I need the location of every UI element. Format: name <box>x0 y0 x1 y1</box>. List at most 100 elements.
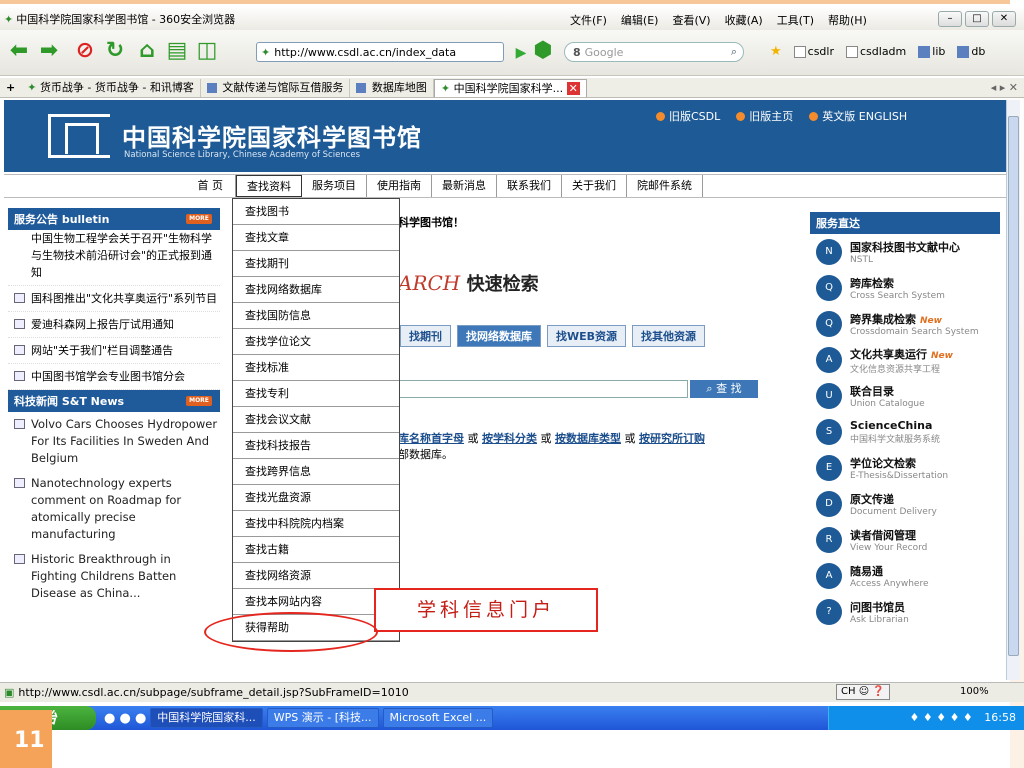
list-item[interactable]: 国科图推出"文化共享奥运行"系列节目 <box>8 286 220 312</box>
tab-csdl[interactable]: ✦ 中国科学院国家科学... ✕ <box>433 78 587 97</box>
quick-search-input[interactable] <box>398 380 688 398</box>
news-item[interactable]: Nanotechnology experts comment on Roadma… <box>8 471 220 547</box>
tab-scroll-icon[interactable]: ◂ ▸ ✕ <box>991 81 1024 94</box>
service-culture-olympics[interactable]: A 文化共享奥运行 New 文化信息资源共享工程 <box>810 342 1000 378</box>
nav-about[interactable]: 关于我们 <box>562 175 627 197</box>
task-browser[interactable]: 中国科学院国家科... <box>150 708 263 728</box>
tools-icon[interactable]: ▤ <box>164 38 190 64</box>
scroll-thumb[interactable] <box>1008 116 1019 656</box>
service-thesis[interactable]: E 学位论文检索 E-Thesis&Dissertation <box>810 450 1000 486</box>
dropdown-item[interactable]: 查找古籍 <box>233 537 399 563</box>
forward-arrow-icon[interactable]: ➡ <box>36 38 62 64</box>
task-excel[interactable]: Microsoft Excel ... <box>382 708 494 728</box>
ime-toolbar[interactable]: CH ☺ ❓ <box>836 684 890 700</box>
service-reader-record[interactable]: R 读者借阅管理 View Your Record <box>810 522 1000 558</box>
address-bar[interactable]: ✦ http://www.csdl.ac.cn/index_data <box>256 42 504 62</box>
stop-icon[interactable]: ⊘ <box>72 38 98 64</box>
dropdown-item[interactable]: 查找图书 <box>233 199 399 225</box>
vertical-scrollbar[interactable] <box>1006 100 1020 680</box>
list-item[interactable]: 网站"关于我们"栏目调整通告 <box>8 338 220 364</box>
nav-find-resources[interactable]: 查找资料 <box>236 175 302 197</box>
quicklaunch-icons[interactable]: ● ● ● <box>104 711 146 726</box>
zoom-level[interactable]: 100% <box>960 686 989 697</box>
home-icon[interactable]: ⌂ <box>134 38 160 64</box>
search-box[interactable]: 8 Google ⌕ <box>564 42 744 62</box>
dropdown-item[interactable]: 查找会议文献 <box>233 407 399 433</box>
dropdown-item[interactable]: 查找文章 <box>233 225 399 251</box>
service-ask-librarian[interactable]: ? 问图书馆员 Ask Librarian <box>810 594 1000 630</box>
old-csdl-link[interactable]: 旧版CSDL <box>656 108 720 124</box>
dropdown-item[interactable]: 查找学位论文 <box>233 329 399 355</box>
dropdown-item[interactable]: 查找专利 <box>233 381 399 407</box>
dropdown-item[interactable]: 查找国防信息 <box>233 303 399 329</box>
tab-journals[interactable]: 找期刊 <box>400 325 451 347</box>
bookmark-lib[interactable]: lib <box>918 45 945 58</box>
english-link[interactable]: 英文版 ENGLISH <box>809 108 907 124</box>
service-cross-search[interactable]: Q 跨库检索 Cross Search System <box>810 270 1000 306</box>
shield-icon[interactable]: ⬢ <box>530 38 556 64</box>
news-item[interactable]: Volvo Cars Chooses Hydropower For Its Fa… <box>8 412 220 471</box>
old-home-link[interactable]: 旧版主页 <box>736 108 793 124</box>
service-crossdomain[interactable]: Q 跨界集成检索 New Crossdomain Search System <box>810 306 1000 342</box>
tab-web-resources[interactable]: 找WEB资源 <box>547 325 627 347</box>
service-access-anywhere[interactable]: A 随易通 Access Anywhere <box>810 558 1000 594</box>
task-wps[interactable]: WPS 演示 - [科技... <box>266 708 379 728</box>
back-arrow-icon[interactable]: ⬅ <box>6 38 32 64</box>
menu-view[interactable]: 查看(V) <box>672 12 710 28</box>
refresh-icon[interactable]: ↻ <box>102 38 128 64</box>
tab-document-delivery[interactable]: 文献传递与馆际互借服务 <box>201 78 351 97</box>
nav-services[interactable]: 服务项目 <box>302 175 367 197</box>
dropdown-item[interactable]: 查找期刊 <box>233 251 399 277</box>
tab-databases[interactable]: 找网络数据库 <box>457 325 541 347</box>
magnifier-icon[interactable]: ⌕ <box>731 45 737 59</box>
dropdown-item[interactable]: 查找标准 <box>233 355 399 381</box>
bulletin-more-button[interactable]: MORE <box>186 214 212 224</box>
site-title[interactable]: 中国科学院国家科学图书馆 <box>122 118 422 153</box>
menu-edit[interactable]: 编辑(E) <box>621 12 659 28</box>
dropdown-item[interactable]: 查找跨界信息 <box>233 459 399 485</box>
browse-by-initial-link[interactable]: 库名称首字母 <box>398 432 464 445</box>
dropdown-item[interactable]: 查找光盘资源 <box>233 485 399 511</box>
minimize-button[interactable]: – <box>938 11 962 27</box>
sidebar-toggle-icon[interactable]: ◫ <box>194 38 220 64</box>
dropdown-item[interactable]: 查找科技报告 <box>233 433 399 459</box>
service-nstl[interactable]: N 国家科技图书文献中心 NSTL <box>810 234 1000 270</box>
maximize-button[interactable]: □ <box>965 11 989 27</box>
dropdown-item[interactable]: 查找中科院院内档案 <box>233 511 399 537</box>
service-union-catalogue[interactable]: U 联合目录 Union Catalogue <box>810 378 1000 414</box>
service-sciencechina[interactable]: S ScienceChina 中国科学文献服务系统 <box>810 414 1000 450</box>
nav-contact[interactable]: 联系我们 <box>497 175 562 197</box>
menu-favorites[interactable]: 收藏(A) <box>725 12 763 28</box>
close-button[interactable]: ✕ <box>992 11 1016 27</box>
new-tab-icon[interactable]: + <box>0 81 21 94</box>
dropdown-item[interactable]: 查找网络数据库 <box>233 277 399 303</box>
tray-icons[interactable]: ♦ ♦ ♦ ♦ ♦ <box>910 711 973 724</box>
browse-by-type-link[interactable]: 按数据库类型 <box>555 432 621 445</box>
tab-currency-war[interactable]: ✦ 货币战争 - 货币战争 - 和讯博客 <box>21 78 201 97</box>
bookmark-csdladm[interactable]: csdladm <box>846 45 906 58</box>
bookmark-csdlr[interactable]: csdlr <box>793 45 834 58</box>
service-document-delivery[interactable]: D 原文传递 Document Delivery <box>810 486 1000 522</box>
tab-database-map[interactable]: 数据库地图 <box>350 78 434 97</box>
list-item[interactable]: 中国生物工程学会关于召开"生物科学与生物技术前沿研讨会"的正式报到通知 <box>8 230 220 286</box>
dropdown-item[interactable]: 查找网络资源 <box>233 563 399 589</box>
star-icon[interactable]: ★ <box>770 44 782 59</box>
browse-by-institute-link[interactable]: 按研究所订购 <box>639 432 705 445</box>
list-item[interactable]: 中国图书馆学会专业图书馆分会 <box>8 364 220 390</box>
tab-other-resources[interactable]: 找其他资源 <box>632 325 706 347</box>
library-logo-icon[interactable] <box>48 114 110 158</box>
browse-by-subject-link[interactable]: 按学科分类 <box>482 432 537 445</box>
bookmark-db[interactable]: db <box>957 45 985 58</box>
list-item[interactable]: 爱迪科森网上报告厅试用通知 <box>8 312 220 338</box>
nav-mail[interactable]: 院邮件系统 <box>627 175 703 197</box>
menu-file[interactable]: 文件(F) <box>570 12 607 28</box>
news-more-button[interactable]: MORE <box>186 396 212 406</box>
menu-help[interactable]: 帮助(H) <box>828 12 867 28</box>
menu-tools[interactable]: 工具(T) <box>777 12 814 28</box>
nav-home[interactable]: 首 页 <box>4 175 236 197</box>
quick-search-button[interactable]: ⌕ 查 找 <box>690 380 758 398</box>
tab-close-icon[interactable]: ✕ <box>566 81 580 95</box>
news-item[interactable]: Historic Breakthrough in Fighting Childr… <box>8 547 220 606</box>
nav-news[interactable]: 最新消息 <box>432 175 497 197</box>
nav-guide[interactable]: 使用指南 <box>367 175 432 197</box>
